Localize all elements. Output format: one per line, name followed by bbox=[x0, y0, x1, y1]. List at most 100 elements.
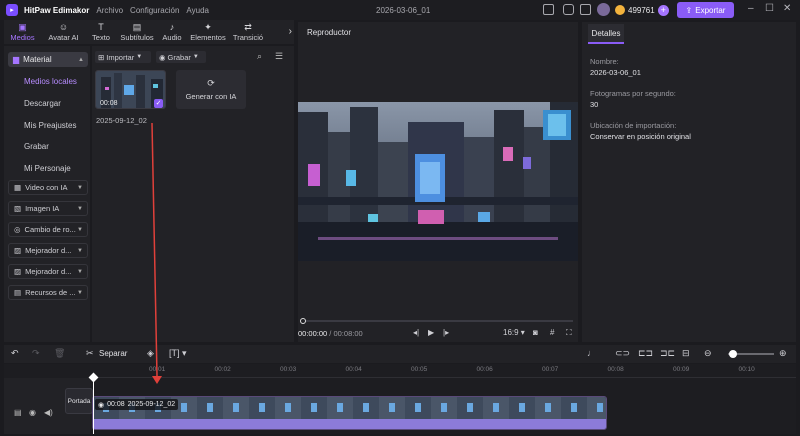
zoom-in-icon[interactable]: ⊕ bbox=[779, 348, 787, 358]
audio-waveform bbox=[93, 419, 606, 429]
detail-value-name: 2026-03-06_01 bbox=[590, 68, 641, 77]
sidebar-item-label: Mejorador d... bbox=[25, 267, 72, 276]
title-bar: ▸ HitPaw Edimakor Archivo Configuración … bbox=[0, 0, 800, 20]
timeline-ruler[interactable]: 00:01 00:02 00:03 00:04 00:05 00:06 00:07 00:08… bbox=[90, 364, 796, 378]
next-frame-icon[interactable]: |▸ bbox=[443, 328, 449, 337]
sidebar-item-descargar[interactable]: Descargar bbox=[24, 99, 61, 108]
clip-duration: 00:08 bbox=[107, 401, 125, 408]
search-icon[interactable]: ⌕ bbox=[257, 51, 262, 62]
notification-icon[interactable] bbox=[580, 4, 591, 15]
magnet-icon[interactable]: ⊐⊏ bbox=[660, 348, 675, 358]
feedback-icon[interactable] bbox=[563, 4, 574, 15]
playhead[interactable] bbox=[93, 376, 94, 434]
tab-transicion[interactable]: ⇄ Transició bbox=[230, 20, 266, 44]
video-preview[interactable] bbox=[298, 102, 578, 261]
eye-icon[interactable]: ◉ bbox=[29, 408, 36, 417]
fit-icon[interactable]: ⊟ bbox=[682, 348, 690, 358]
sidebar-item-mis-preajustes[interactable]: Mis Preajustes bbox=[24, 121, 76, 130]
close-icon[interactable]: ✕ bbox=[783, 4, 791, 14]
fullscreen-icon[interactable]: ⛶ bbox=[566, 328, 572, 338]
sidebar-group-recursos[interactable]: ▤ Recursos de ... ▼ bbox=[8, 285, 88, 300]
zoom-out-icon[interactable]: ⊖ bbox=[704, 348, 712, 358]
clip-name: 2025-09-12_02 bbox=[127, 401, 176, 408]
document-name: 2026-03-06_01 bbox=[376, 6, 431, 15]
link-icon[interactable]: ⊂⊃ bbox=[615, 348, 630, 358]
menu-ayuda[interactable]: Ayuda bbox=[186, 6, 209, 15]
tab-detalles[interactable]: Detalles bbox=[588, 24, 624, 44]
player-scrubber[interactable] bbox=[303, 320, 573, 322]
maximize-icon[interactable]: ☐ bbox=[765, 4, 774, 14]
tab-audio[interactable]: ♪ Audio bbox=[158, 20, 186, 44]
tab-texto[interactable]: T Texto bbox=[86, 20, 116, 44]
previous-frame-icon[interactable]: ◂| bbox=[413, 328, 419, 337]
layout-icon[interactable] bbox=[543, 4, 554, 15]
sidebar-item-mi-personaje[interactable]: Mi Personaje bbox=[24, 164, 71, 173]
scrubber-handle[interactable] bbox=[300, 318, 306, 324]
folder-icon: ▆ bbox=[13, 55, 20, 64]
time-display: 00:00:00 / 00:08:00 bbox=[298, 329, 363, 338]
coin-icon bbox=[615, 5, 625, 15]
credits-badge: 499761 + bbox=[615, 3, 669, 17]
text-tool-icon[interactable]: [T] ▾ bbox=[169, 348, 187, 358]
sidebar-group-imagen-ia[interactable]: ▧ Imagen IA ▼ bbox=[8, 201, 88, 216]
ruler-tick-label: 00:02 bbox=[214, 366, 231, 373]
zoom-slider-handle[interactable] bbox=[728, 350, 737, 358]
tab-label: Elementos bbox=[190, 32, 226, 42]
image-icon: ▧ bbox=[14, 204, 22, 213]
tab-medios[interactable]: ▣ Medios bbox=[4, 20, 41, 44]
tab-label: Texto bbox=[92, 32, 110, 42]
minimize-icon[interactable]: – bbox=[748, 4, 754, 14]
sidebar-group-video-ia[interactable]: ▦ Video con IA ▼ bbox=[8, 180, 88, 195]
thumbnail-name: 2025-09-12_02 bbox=[96, 116, 147, 125]
import-dropdown[interactable]: ⊞ Importar ▼ bbox=[95, 51, 151, 63]
sidebar-item-label: Cambio de ro... bbox=[24, 225, 76, 234]
menu-archivo[interactable]: Archivo bbox=[96, 6, 123, 15]
timeline-clip[interactable]: ◉ 00:08 2025-09-12_02 bbox=[92, 396, 607, 430]
chevron-down-icon: ▼ bbox=[77, 289, 83, 296]
media-panel: ⊞ Importar ▼ ◉ Grabar ▼ ⌕ ☰ 00:08 ✓ 2025… bbox=[92, 46, 294, 342]
redo-icon[interactable]: ↷ bbox=[32, 348, 40, 358]
chevron-down-icon: ▼ bbox=[77, 268, 83, 275]
menu-configuracion[interactable]: Configuración bbox=[130, 6, 179, 15]
sidebar-group-mejorador-2[interactable]: ▨ Mejorador d... ▼ bbox=[8, 264, 88, 279]
chevron-down-icon: ▼ bbox=[192, 54, 199, 60]
export-button[interactable]: ⇪ Exportar bbox=[677, 2, 734, 18]
shield-icon[interactable]: ◈ bbox=[147, 348, 154, 358]
undo-icon[interactable]: ↶ bbox=[11, 348, 19, 358]
avatar[interactable] bbox=[597, 3, 610, 16]
split-track-icon[interactable]: ⊏⊐ bbox=[638, 348, 653, 358]
tab-avatar-ai[interactable]: ☺ Avatar AI bbox=[41, 20, 86, 44]
credits-count: 499761 bbox=[628, 5, 655, 15]
split-button[interactable]: Separar bbox=[99, 349, 127, 358]
audio-icon: ♪ bbox=[169, 21, 175, 32]
add-credits-icon[interactable]: + bbox=[657, 4, 669, 16]
track-save-icon[interactable]: ▤ bbox=[14, 408, 22, 417]
scissors-icon[interactable]: ✂ bbox=[86, 348, 94, 358]
chevron-right-icon[interactable]: › bbox=[289, 26, 292, 37]
checkmark-icon[interactable]: ✓ bbox=[154, 99, 163, 108]
delete-icon[interactable]: 🗑 bbox=[54, 348, 65, 358]
tab-label: Medios bbox=[10, 32, 35, 42]
sidebar-item-material[interactable]: ▆ Material ▲ bbox=[8, 52, 88, 67]
microphone-icon[interactable]: ♩ bbox=[587, 348, 596, 358]
detail-value-import: Conservar en posición original bbox=[590, 132, 691, 141]
grid-icon[interactable]: # bbox=[550, 328, 554, 337]
tab-elementos[interactable]: ✦ Elementos bbox=[186, 20, 230, 44]
tab-subtitulos[interactable]: ▤ Subtítulos bbox=[116, 20, 158, 44]
sidebar-item-medios-locales[interactable]: Medios locales bbox=[24, 77, 77, 86]
sidebar: ▆ Material ▲ Medios locales Descargar Mi… bbox=[4, 46, 90, 342]
player-panel: Reproductor 00:00:00 / 00:08:00 ◂| ▶ |▸ … bbox=[298, 22, 578, 342]
enhance-icon: ▨ bbox=[14, 246, 22, 255]
sort-icon[interactable]: ☰ bbox=[275, 51, 283, 62]
aspect-ratio-dropdown[interactable]: 16:9 ▾ bbox=[503, 328, 525, 337]
sidebar-group-cambio[interactable]: ◎ Cambio de ro... ▼ bbox=[8, 222, 88, 237]
cover-button[interactable]: Portada bbox=[65, 388, 93, 414]
sidebar-group-mejorador-1[interactable]: ▨ Mejorador d... ▼ bbox=[8, 243, 88, 258]
sidebar-item-grabar[interactable]: Grabar bbox=[24, 142, 49, 151]
play-icon[interactable]: ▶ bbox=[428, 328, 434, 337]
speaker-icon[interactable]: ◀) bbox=[44, 408, 53, 417]
generate-ai-button[interactable]: ⟳ Generar con IA bbox=[176, 70, 246, 109]
total-time: 00:08:00 bbox=[333, 329, 363, 338]
snapshot-icon[interactable]: ◙ bbox=[533, 328, 538, 337]
record-dropdown[interactable]: ◉ Grabar ▼ bbox=[156, 51, 206, 63]
